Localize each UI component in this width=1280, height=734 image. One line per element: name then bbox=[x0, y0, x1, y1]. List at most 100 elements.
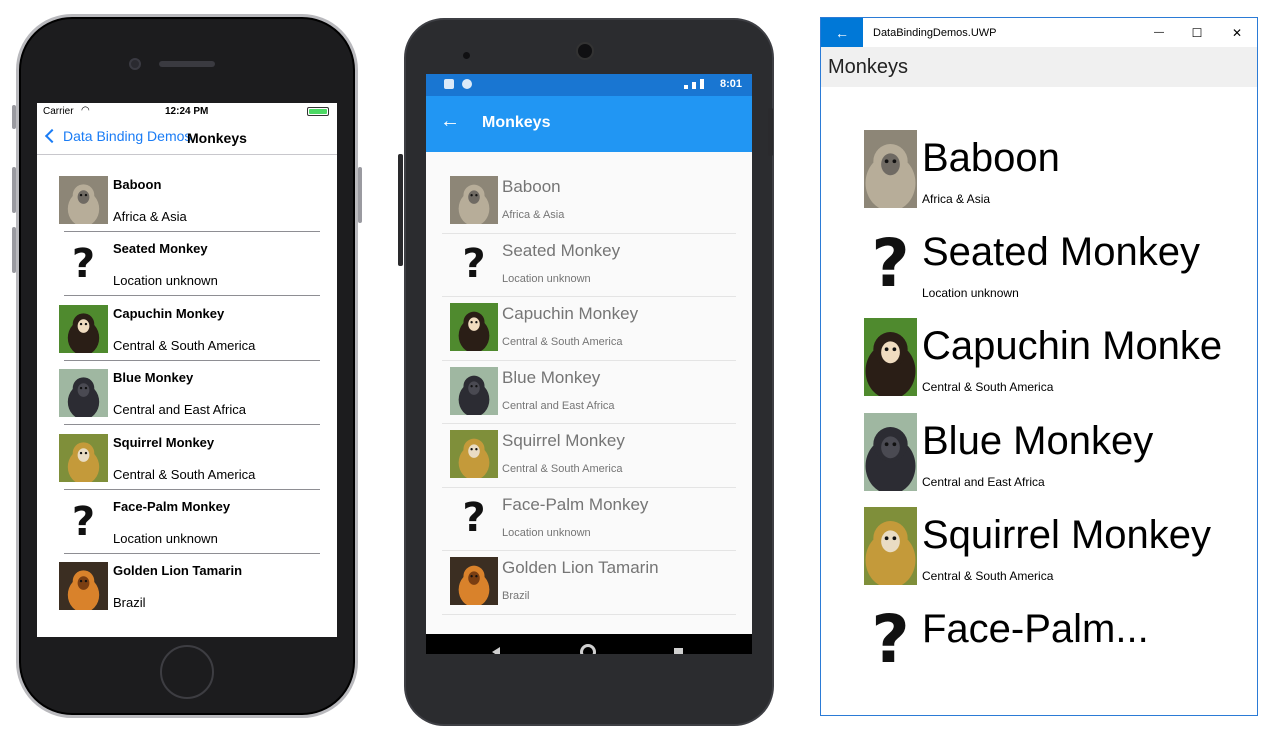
monkey-list-item[interactable]: ? Seated Monkey Location unknown bbox=[442, 234, 736, 297]
squirrel-photo bbox=[59, 433, 108, 482]
row-separator bbox=[64, 424, 320, 426]
iphone-speaker bbox=[159, 61, 215, 67]
back-arrow-icon[interactable]: ← bbox=[440, 110, 460, 133]
status-time: 12:24 PM bbox=[165, 106, 209, 117]
android-app-bar: ← Monkeys bbox=[426, 96, 752, 152]
back-button[interactable]: ← bbox=[821, 18, 863, 47]
monkey-thumbnail bbox=[450, 366, 498, 415]
tamarin-photo bbox=[59, 562, 108, 611]
monkey-name: Capuchin Monkey bbox=[502, 304, 639, 323]
screenshot-canvas: Carrier ◠ 12:24 PM Data Binding Demos Mo… bbox=[0, 0, 1280, 734]
close-button[interactable]: ✕ bbox=[1217, 18, 1257, 47]
row-separator bbox=[64, 359, 320, 361]
monkey-name: Seated Monkey bbox=[502, 240, 621, 260]
monkey-list-item[interactable]: Blue Monkey Central and East Africa bbox=[442, 361, 736, 424]
monkey-thumbnail bbox=[59, 304, 108, 353]
iphone-camera bbox=[129, 58, 141, 70]
page-title: Monkeys bbox=[187, 130, 247, 146]
cell-signal-icon bbox=[692, 82, 696, 89]
monkey-list-item[interactable]: ? Seated Monkey Location unknown bbox=[59, 239, 321, 303]
monkey-list-item[interactable]: Squirrel Monkey Central & South America bbox=[442, 424, 736, 488]
monkey-thumbnail bbox=[450, 557, 498, 605]
monkey-location: Brazil bbox=[502, 590, 530, 602]
placeholder-image: ? bbox=[864, 224, 917, 302]
signal-icons bbox=[684, 79, 704, 89]
row-separator bbox=[64, 488, 320, 490]
iphone-mute-switch bbox=[12, 105, 16, 129]
android-camera bbox=[463, 52, 470, 59]
monkey-list-item[interactable]: Golden Lion Tamarin Brazil bbox=[59, 561, 321, 625]
monkey-list-item[interactable]: Baboon Africa & Asia bbox=[59, 175, 321, 239]
nav-recents-icon[interactable] bbox=[674, 648, 683, 654]
android-status-bar: 8:01 bbox=[426, 74, 752, 96]
monkey-list-item[interactable]: Capuchin Monke Central & South America bbox=[863, 318, 1257, 412]
monkey-thumbnail bbox=[59, 433, 108, 482]
monkey-list-item[interactable]: ? Seated Monkey Location unknown bbox=[863, 224, 1257, 318]
monkey-list-item[interactable]: Baboon Africa & Asia bbox=[863, 130, 1257, 224]
iphone-home-button[interactable] bbox=[160, 645, 214, 699]
monkey-list: Baboon Africa & Asia? Seated Monkey Locatio… bbox=[863, 130, 1257, 695]
placeholder-image: ? bbox=[450, 494, 498, 542]
capuchin-photo bbox=[59, 304, 108, 353]
back-button[interactable]: Data Binding Demos bbox=[43, 128, 191, 144]
monkey-list-item[interactable]: ? Face-Palm Monkey Location unknown bbox=[59, 497, 321, 561]
minimize-button[interactable]: — bbox=[1139, 18, 1179, 47]
notification-icons bbox=[444, 79, 472, 89]
monkey-thumbnail bbox=[864, 506, 917, 585]
monkey-list-item[interactable]: Blue Monkey Central and East Africa bbox=[59, 368, 321, 432]
baboon-photo bbox=[450, 176, 498, 224]
nav-home-icon[interactable] bbox=[580, 644, 596, 654]
monkey-list-item[interactable]: Baboon Africa & Asia bbox=[442, 170, 736, 234]
monkey-location: Central & South America bbox=[502, 463, 623, 475]
monkey-list-item[interactable]: Golden Lion Tamarin Brazil bbox=[442, 551, 736, 615]
monkey-location: Location unknown bbox=[113, 273, 218, 289]
iphone-volume-up bbox=[12, 167, 16, 213]
minimize-icon: — bbox=[1154, 27, 1164, 38]
monkey-thumbnail bbox=[864, 412, 917, 491]
monkey-name: Blue Monkey bbox=[922, 418, 1154, 463]
monkey-thumbnail bbox=[450, 303, 498, 351]
monkey-list-item[interactable]: Capuchin Monkey Central & South America bbox=[442, 297, 736, 361]
wifi-icon: ◠ bbox=[81, 105, 90, 116]
monkey-list-item[interactable]: Squirrel Monkey Central & South America bbox=[59, 433, 321, 497]
question-mark-icon: ? bbox=[71, 498, 96, 545]
wifi-icon bbox=[684, 85, 688, 89]
blue-photo bbox=[450, 366, 498, 415]
row-separator bbox=[64, 295, 320, 297]
question-mark-icon: ? bbox=[871, 224, 910, 302]
monkey-name: Capuchin Monkey bbox=[113, 305, 225, 321]
monkey-name: Seated Monkey bbox=[922, 230, 1200, 275]
sd-card-icon bbox=[444, 79, 454, 89]
monkey-location: Central and East Africa bbox=[502, 399, 615, 412]
monkey-list-item[interactable]: Squirrel Monkey Central & South America bbox=[863, 506, 1257, 601]
monkey-name: Seated Monkey bbox=[113, 241, 208, 257]
blue-photo bbox=[59, 369, 108, 418]
maximize-button[interactable]: ☐ bbox=[1177, 18, 1217, 47]
nav-back-icon[interactable] bbox=[492, 647, 500, 654]
monkey-list-item[interactable]: Capuchin Monkey Central & South America bbox=[59, 304, 321, 368]
uwp-page-header: Monkeys bbox=[821, 47, 1257, 87]
close-icon: ✕ bbox=[1231, 25, 1243, 40]
ios-status-bar: Carrier ◠ 12:24 PM bbox=[37, 103, 337, 119]
tamarin-photo bbox=[450, 557, 498, 605]
monkey-name: Face-Palm Monkey bbox=[113, 498, 231, 514]
back-button-label: Data Binding Demos bbox=[63, 128, 192, 144]
monkey-location: Brazil bbox=[113, 595, 146, 611]
monkey-name: Baboon bbox=[502, 177, 561, 196]
battery-icon bbox=[700, 79, 704, 89]
monkey-name: Face-Palm... bbox=[922, 606, 1149, 651]
monkey-name: Capuchin Monke bbox=[922, 324, 1223, 369]
monkey-list-item[interactable]: ? Face-Palm... bbox=[863, 601, 1257, 695]
monkey-location: Location unknown bbox=[502, 272, 591, 285]
monkey-location: Africa & Asia bbox=[502, 209, 565, 221]
monkey-thumbnail bbox=[864, 318, 917, 397]
baboon-photo bbox=[864, 130, 917, 208]
page-title: Monkeys bbox=[482, 114, 551, 131]
monkey-list-item[interactable]: ? Face-Palm Monkey Location unknown bbox=[442, 488, 736, 551]
placeholder-image: ? bbox=[59, 498, 108, 546]
monkey-list-item[interactable]: Blue Monkey Central and East Africa bbox=[863, 412, 1257, 507]
question-mark-icon: ? bbox=[462, 240, 486, 287]
maximize-icon: ☐ bbox=[1191, 25, 1203, 40]
chevron-left-icon bbox=[44, 128, 60, 144]
row-separator bbox=[64, 231, 320, 232]
